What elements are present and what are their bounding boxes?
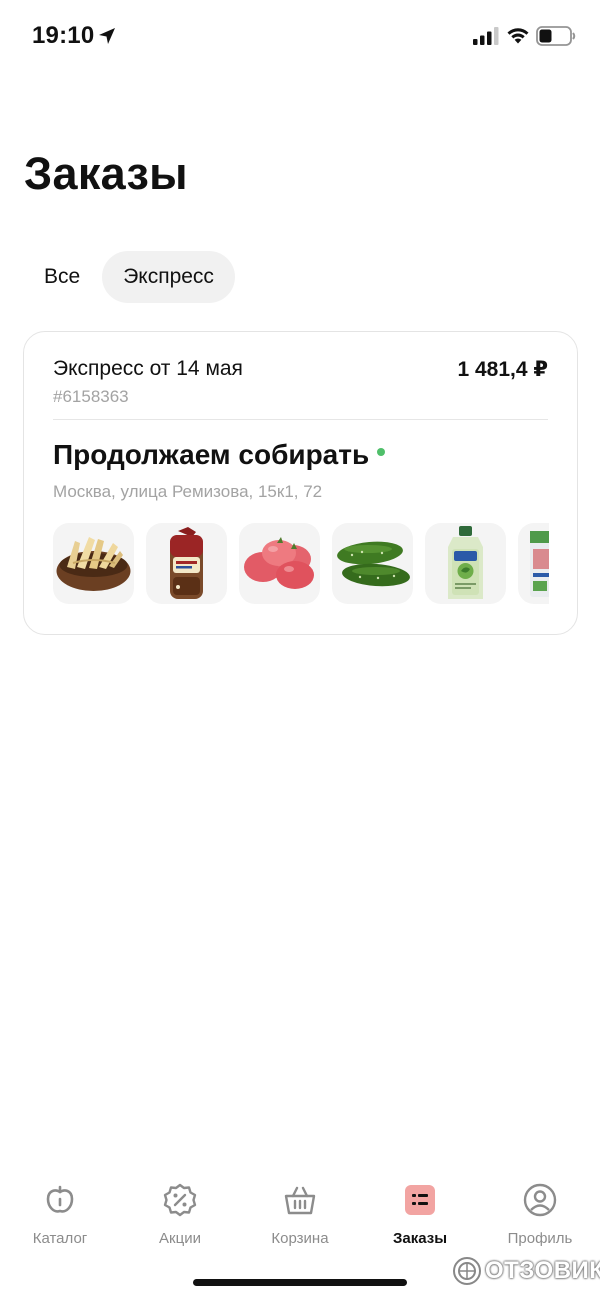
order-products-strip[interactable] (53, 523, 549, 605)
product-thumb[interactable] (239, 523, 320, 604)
wifi-icon (507, 28, 529, 44)
tab-all[interactable]: Все (24, 251, 100, 303)
location-arrow-icon (99, 28, 115, 44)
status-time: 19:10 (32, 22, 95, 49)
card-divider (53, 419, 548, 420)
tab-express[interactable]: Экспресс (102, 251, 235, 303)
tab-bar-label: Профиль (507, 1230, 573, 1247)
page-title: Заказы (24, 148, 188, 199)
product-thumb[interactable] (53, 523, 134, 604)
watermark-text: ОТЗОВИК (485, 1257, 600, 1284)
packaged-product-icon (530, 531, 549, 597)
product-thumb[interactable] (146, 523, 227, 604)
order-address: Москва, улица Ремизова, 15к1, 72 (53, 482, 323, 501)
tab-bar-item-promotions[interactable]: Акции (120, 1180, 240, 1247)
tab-bar-label: Корзина (271, 1230, 329, 1247)
product-thumb[interactable] (518, 523, 549, 604)
order-price: 1 481,4 ₽ (457, 358, 548, 381)
order-filter-tabs: Все Экспресс (24, 251, 235, 303)
cucumbers-icon (337, 541, 410, 587)
product-thumb[interactable] (425, 523, 506, 604)
basket-icon (280, 1180, 320, 1220)
bread-loaf-icon (170, 527, 203, 599)
tomatoes-icon (244, 537, 314, 589)
order-card[interactable]: Экспресс от 14 мая 1 481,4 ₽ #6158363 Пр… (23, 331, 578, 635)
tab-bar-label: Заказы (392, 1230, 448, 1247)
battery-icon (536, 26, 576, 46)
home-indicator (193, 1279, 407, 1286)
orders-screen: 19:10 Заказы Все Экспресс Экспресс от 14… (0, 0, 600, 1299)
status-bar: 19:10 (0, 0, 600, 70)
detergent-bottle-icon (448, 526, 483, 599)
discount-badge-icon (160, 1180, 200, 1220)
order-title: Экспресс от 14 мая (53, 357, 243, 380)
watermark: ОТЗОВИК (452, 1256, 600, 1286)
tab-bar-item-orders[interactable]: Заказы (360, 1180, 480, 1247)
cellular-signal-icon (473, 27, 499, 45)
order-status: Продолжаем собирать (53, 439, 370, 470)
tab-bar-label: Акции (159, 1230, 201, 1247)
status-indicator-dot (377, 448, 386, 456)
apple-icon (40, 1180, 80, 1220)
order-status-row: Продолжаем собирать (53, 439, 386, 471)
orders-list-icon (400, 1180, 440, 1220)
tab-bar-item-catalog[interactable]: Каталог (0, 1180, 120, 1247)
bottom-tab-bar: Каталог Акции Корзина Заказы Профиль (0, 1180, 600, 1260)
product-thumb[interactable] (332, 523, 413, 604)
order-number: #6158363 (53, 387, 129, 406)
profile-icon (520, 1180, 560, 1220)
watermark-logo-icon (453, 1257, 481, 1285)
dried-fish-snack-icon (56, 537, 131, 591)
tab-bar-item-profile[interactable]: Профиль (480, 1180, 600, 1247)
tab-bar-item-cart[interactable]: Корзина (240, 1180, 360, 1247)
tab-bar-label: Каталог (32, 1230, 88, 1247)
